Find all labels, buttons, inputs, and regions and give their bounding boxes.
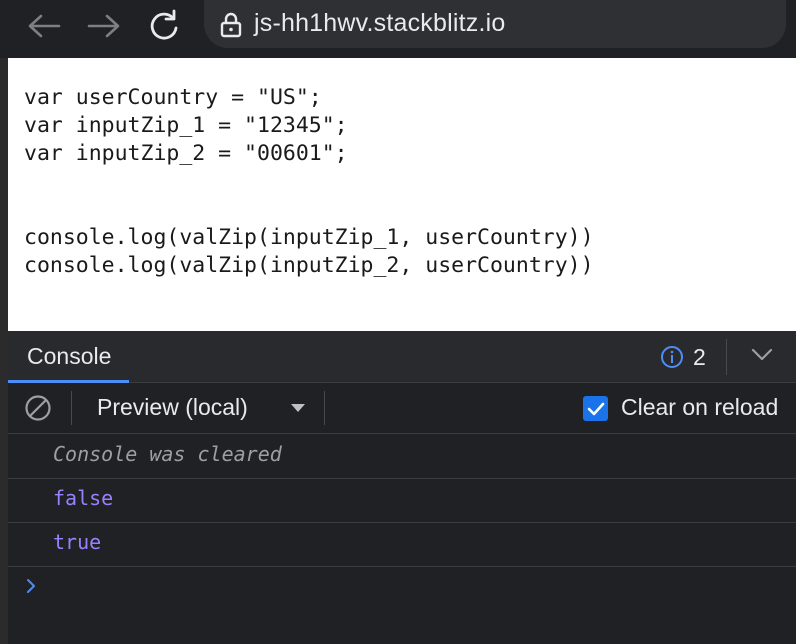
- console-message-text: Console was cleared: [53, 442, 282, 466]
- divider: [71, 391, 72, 425]
- context-selector[interactable]: Preview (local): [97, 394, 307, 424]
- divider: [726, 339, 727, 375]
- devtools-panel: Console 2 Preview (local) Clear on reloa…: [8, 331, 796, 644]
- forward-arrow-icon: [87, 14, 120, 38]
- clear-console-button[interactable]: [24, 394, 52, 427]
- collapse-button[interactable]: [750, 347, 774, 368]
- issues-count: 2: [693, 343, 706, 370]
- lock-icon: [220, 12, 242, 38]
- back-arrow-icon: [28, 14, 61, 38]
- console-prompt[interactable]: [25, 577, 37, 600]
- context-selector-label: Preview (local): [97, 394, 248, 420]
- left-edge-strip: [0, 58, 8, 644]
- caret-down-icon: [291, 404, 305, 412]
- tab-console[interactable]: Console: [8, 331, 129, 383]
- code-line: var inputZip_2 = "00601";: [24, 141, 348, 166]
- checkmark-icon: [587, 402, 604, 415]
- console-toolbar: Preview (local) Clear on reload: [8, 383, 796, 434]
- code-line: var inputZip_1 = "12345";: [24, 113, 348, 138]
- url-text[interactable]: js-hh1hwv.stackblitz.io: [254, 9, 505, 38]
- code-line: var userCountry = "US";: [24, 85, 322, 110]
- console-message-text: true: [53, 530, 102, 554]
- tab-console-label: Console: [27, 343, 112, 369]
- clear-on-reload-label: Clear on reload: [621, 394, 779, 420]
- forward-button[interactable]: [82, 6, 126, 46]
- reload-icon: [150, 9, 178, 40]
- address-bar[interactable]: js-hh1hwv.stackblitz.io: [204, 0, 786, 48]
- chevron-right-icon: [27, 579, 35, 593]
- console-message: Console was cleared: [8, 434, 796, 479]
- reload-button[interactable]: [142, 6, 186, 46]
- browser-toolbar: js-hh1hwv.stackblitz.io: [0, 0, 796, 58]
- info-icon: [661, 346, 683, 368]
- console-message-text: false: [53, 486, 114, 510]
- block-icon: [25, 395, 51, 421]
- devtools-tabbar: Console 2: [8, 331, 796, 383]
- issues-counter[interactable]: 2: [660, 343, 706, 371]
- divider: [324, 391, 325, 425]
- console-message: false: [8, 478, 796, 523]
- chevron-down-icon: [751, 348, 773, 361]
- code-preview-pane: var userCountry = "US"; var inputZip_1 = …: [8, 58, 796, 331]
- back-button[interactable]: [22, 6, 66, 46]
- code-block: var userCountry = "US"; var inputZip_1 = …: [24, 84, 594, 280]
- console-message: true: [8, 522, 796, 567]
- code-line: console.log(valZip(inputZip_1, userCount…: [24, 225, 594, 250]
- code-line: console.log(valZip(inputZip_2, userCount…: [24, 253, 594, 278]
- clear-on-reload-checkbox[interactable]: [583, 396, 608, 421]
